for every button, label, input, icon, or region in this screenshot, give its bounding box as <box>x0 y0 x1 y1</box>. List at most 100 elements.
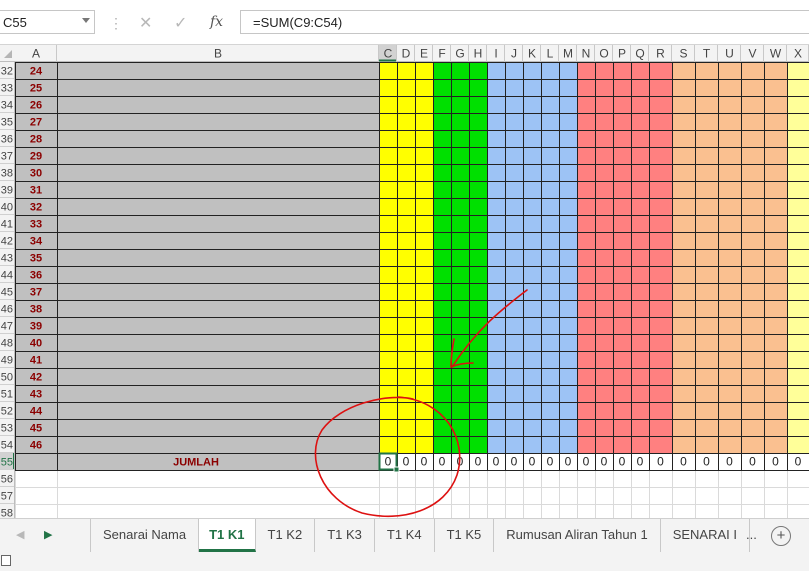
cell[interactable] <box>397 130 415 147</box>
cell[interactable] <box>764 215 787 232</box>
cell[interactable] <box>379 419 397 436</box>
cell[interactable] <box>505 385 523 402</box>
student-number[interactable]: 45 <box>30 423 42 435</box>
cell[interactable] <box>695 232 718 249</box>
cell[interactable] <box>397 181 415 198</box>
sheet-tab[interactable]: T1 K1 <box>199 519 256 552</box>
cell[interactable] <box>764 79 787 96</box>
cell[interactable] <box>505 402 523 419</box>
cell[interactable] <box>672 402 695 419</box>
cell[interactable] <box>595 113 613 130</box>
cell[interactable] <box>433 79 451 96</box>
cell[interactable] <box>379 113 397 130</box>
student-number[interactable]: 31 <box>30 185 42 197</box>
cell[interactable] <box>451 317 469 334</box>
cell[interactable] <box>487 487 505 504</box>
cell[interactable] <box>649 402 672 419</box>
cell[interactable] <box>523 232 541 249</box>
cell[interactable] <box>695 300 718 317</box>
cell[interactable] <box>433 368 451 385</box>
cell[interactable] <box>787 96 809 113</box>
cell[interactable] <box>718 317 741 334</box>
cell[interactable] <box>672 351 695 368</box>
cell[interactable] <box>718 164 741 181</box>
cell[interactable] <box>505 249 523 266</box>
cell[interactable] <box>764 351 787 368</box>
column-header[interactable]: L <box>547 47 554 61</box>
cell[interactable] <box>695 249 718 266</box>
cell[interactable] <box>577 113 595 130</box>
column-header[interactable]: P <box>618 47 626 61</box>
cell[interactable] <box>649 215 672 232</box>
cell[interactable] <box>487 215 505 232</box>
cell[interactable] <box>415 283 433 300</box>
cell[interactable] <box>57 266 379 283</box>
cell[interactable] <box>469 232 487 249</box>
cell[interactable] <box>433 470 451 487</box>
cell[interactable] <box>523 351 541 368</box>
cell[interactable] <box>451 147 469 164</box>
cell[interactable] <box>718 266 741 283</box>
cell[interactable] <box>541 504 559 518</box>
cell[interactable] <box>741 283 764 300</box>
cell[interactable] <box>695 436 718 453</box>
cell[interactable] <box>523 215 541 232</box>
cell[interactable] <box>523 266 541 283</box>
cell[interactable] <box>415 96 433 113</box>
cell[interactable] <box>505 368 523 385</box>
cell[interactable] <box>764 487 787 504</box>
cell[interactable] <box>741 215 764 232</box>
cell[interactable] <box>433 113 451 130</box>
cell[interactable] <box>559 283 577 300</box>
cell[interactable] <box>577 436 595 453</box>
cell[interactable] <box>559 419 577 436</box>
cell[interactable] <box>595 351 613 368</box>
student-number[interactable]: 38 <box>30 304 42 316</box>
cell[interactable] <box>379 470 397 487</box>
cell[interactable] <box>741 79 764 96</box>
total-value[interactable]: 0 <box>601 455 608 469</box>
cell[interactable] <box>577 419 595 436</box>
cell[interactable] <box>57 402 379 419</box>
cell[interactable] <box>787 283 809 300</box>
column-header[interactable]: W <box>770 47 782 61</box>
cell[interactable] <box>523 181 541 198</box>
cell[interactable] <box>595 249 613 266</box>
cell[interactable] <box>469 351 487 368</box>
cell[interactable] <box>787 334 809 351</box>
cell[interactable] <box>379 317 397 334</box>
cell[interactable] <box>741 385 764 402</box>
cell[interactable] <box>613 487 631 504</box>
cell[interactable] <box>415 198 433 215</box>
cell[interactable] <box>523 79 541 96</box>
total-label[interactable]: JUMLAH <box>173 457 219 469</box>
cell[interactable] <box>487 62 505 79</box>
cell[interactable] <box>469 419 487 436</box>
cell[interactable] <box>541 334 559 351</box>
cell[interactable] <box>487 249 505 266</box>
cell[interactable] <box>787 351 809 368</box>
cell[interactable] <box>672 198 695 215</box>
cell[interactable] <box>649 368 672 385</box>
cell[interactable] <box>577 334 595 351</box>
cell[interactable] <box>505 215 523 232</box>
student-number[interactable]: 27 <box>30 117 42 129</box>
cell[interactable] <box>695 283 718 300</box>
row-header[interactable]: 53 <box>1 423 13 435</box>
cell[interactable] <box>695 79 718 96</box>
cell[interactable] <box>433 351 451 368</box>
cell[interactable] <box>415 351 433 368</box>
cell[interactable] <box>451 368 469 385</box>
cell[interactable] <box>613 113 631 130</box>
cell[interactable] <box>505 79 523 96</box>
cell[interactable] <box>397 402 415 419</box>
cell[interactable] <box>505 317 523 334</box>
total-value[interactable]: 0 <box>637 455 644 469</box>
cell[interactable] <box>57 62 379 79</box>
cell[interactable] <box>631 334 649 351</box>
cell[interactable] <box>595 368 613 385</box>
cell[interactable] <box>741 300 764 317</box>
cell[interactable] <box>718 504 741 518</box>
cell[interactable] <box>541 164 559 181</box>
cell[interactable] <box>415 62 433 79</box>
